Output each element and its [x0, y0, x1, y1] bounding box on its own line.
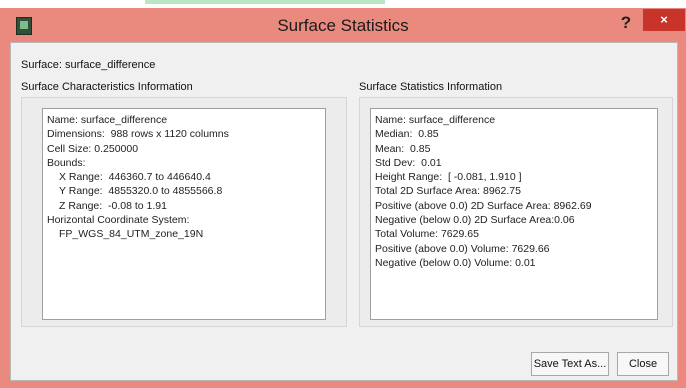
char-line: Cell Size: 0.250000: [47, 142, 139, 155]
characteristics-group: Name: surface_difference Dimensions: 988…: [21, 97, 347, 327]
stat-line: Positive (above 0.0) Volume: 7629.66: [375, 242, 550, 255]
close-window-button[interactable]: ×: [643, 9, 685, 31]
window-title: Surface Statistics: [277, 16, 409, 35]
char-line: X Range: 446360.7 to 446640.4: [59, 171, 211, 184]
surface-value: surface_difference: [65, 59, 156, 71]
stat-line: Median: 0.85: [375, 128, 439, 141]
characteristics-text-area[interactable]: Name: surface_difference Dimensions: 988…: [42, 108, 326, 320]
background-strip: [0, 0, 686, 8]
surface-name-line: Surface: surface_difference: [21, 59, 155, 71]
characteristics-group-title: Surface Characteristics Information: [21, 81, 193, 93]
stat-line: Negative (below 0.0) 2D Surface Area:0.0…: [375, 214, 575, 227]
dialog-content: Surface: surface_difference Surface Char…: [10, 42, 678, 381]
stat-line: Mean: 0.85: [375, 142, 431, 155]
statistics-group: Name: surface_difference Median: 0.85 Me…: [359, 97, 673, 327]
save-text-as-button[interactable]: Save Text As...: [531, 352, 609, 376]
stat-line: Total Volume: 7629.65: [375, 228, 479, 241]
char-line: Z Range: -0.08 to 1.91: [59, 199, 167, 212]
stat-line: Height Range: [ -0.081, 1.910 ]: [375, 171, 522, 184]
close-button[interactable]: Close: [617, 352, 669, 376]
char-line: Bounds:: [47, 156, 86, 169]
stat-line: Positive (above 0.0) 2D Surface Area: 89…: [375, 199, 592, 212]
statistics-text-area[interactable]: Name: surface_difference Median: 0.85 Me…: [370, 108, 658, 320]
char-line: Y Range: 4855320.0 to 4855566.8: [59, 185, 223, 198]
char-line: Horizontal Coordinate System:: [47, 214, 190, 227]
title-bar[interactable]: Surface Statistics ? ×: [0, 8, 686, 42]
char-line: Name: surface_difference: [47, 114, 168, 126]
statistics-group-title: Surface Statistics Information: [359, 81, 503, 93]
stat-line: Negative (below 0.0) Volume: 0.01: [375, 256, 536, 269]
surface-label: Surface:: [21, 59, 62, 71]
char-line: Dimensions: 988 rows x 1120 columns: [47, 128, 229, 141]
stat-line: Name: surface_difference: [375, 114, 496, 126]
dialog-window: Surface Statistics ? × Surface: surface_…: [0, 0, 686, 388]
char-line: FP_WGS_84_UTM_zone_19N: [59, 228, 204, 241]
help-button[interactable]: ?: [614, 10, 638, 36]
stat-line: Std Dev: 0.01: [375, 156, 442, 169]
stat-line: Total 2D Surface Area: 8962.75: [375, 185, 521, 198]
close-icon: ×: [660, 12, 668, 27]
